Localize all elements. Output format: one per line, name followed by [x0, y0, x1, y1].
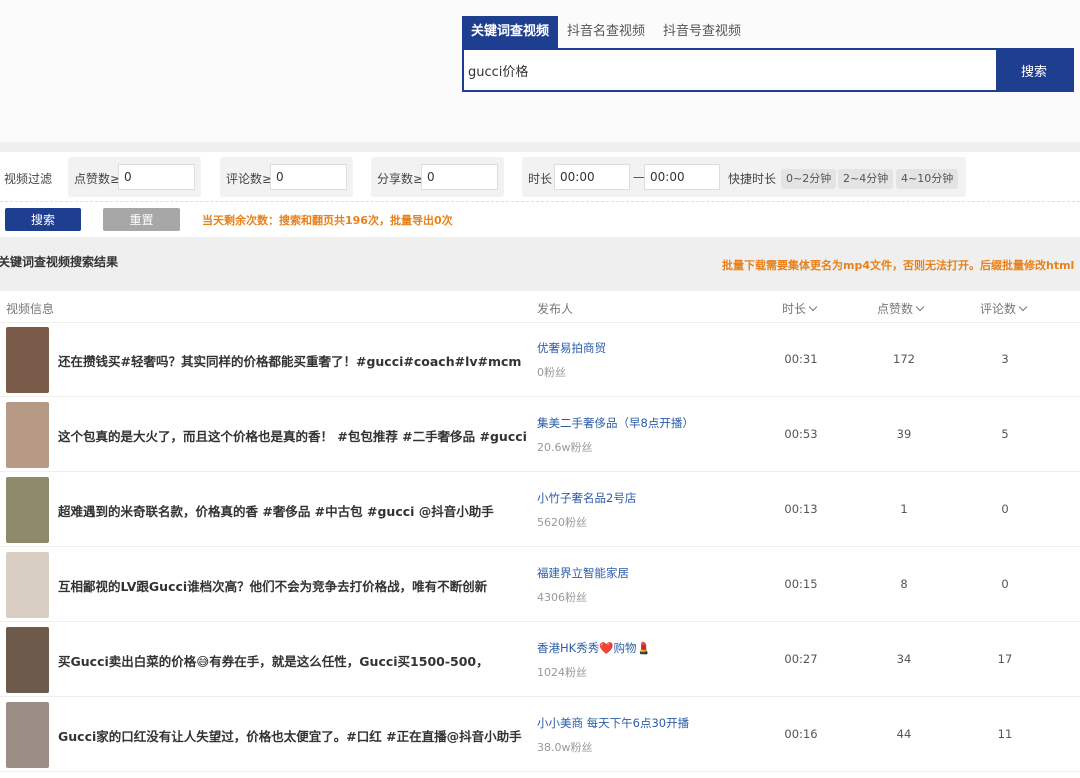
- publisher-name[interactable]: 优奢易拍商贸: [537, 340, 606, 356]
- video-comments: 5: [1001, 427, 1009, 441]
- comments-label: 评论数≥: [226, 172, 273, 186]
- table-row: 互相鄙视的LV跟Gucci谁档次高？他们不会为竞争去打价格战，唯有不断创新 福建…: [0, 548, 1080, 622]
- video-likes: 1: [900, 502, 908, 516]
- search-header: 关键词查视频 抖音名查视频 抖音号查视频 搜索: [0, 0, 1080, 142]
- video-thumbnail[interactable]: [6, 552, 49, 618]
- video-comments: 0: [1001, 502, 1009, 516]
- video-thumbnail[interactable]: [6, 627, 49, 693]
- publisher-name[interactable]: 福建界立智能家居: [537, 565, 629, 581]
- quick-duration-label: 快捷时长: [728, 172, 777, 186]
- video-title[interactable]: 还在攒钱买#轻奢吗？其实同样的价格都能买重奢了！#gucci#coach#lv#…: [58, 351, 528, 370]
- search-tabs: 关键词查视频 抖音名查视频 抖音号查视频: [462, 16, 750, 48]
- col-publisher: 发布人: [537, 302, 574, 316]
- tab-douyin-id[interactable]: 抖音号查视频: [654, 16, 750, 48]
- chevron-down-icon: [1018, 302, 1028, 312]
- col-likes[interactable]: 点赞数: [877, 300, 925, 317]
- video-thumbnail[interactable]: [6, 702, 49, 768]
- publisher-name[interactable]: 香港HK秀秀❤️购物💄: [537, 640, 651, 656]
- video-title[interactable]: Gucci家的口红没有让人失望过，价格也太便宜了。#口红 #正在直播@抖音小助手: [58, 726, 528, 745]
- publisher-fans: 1024粉丝: [537, 666, 587, 679]
- chevron-down-icon: [808, 302, 818, 312]
- table-row: Gucci家的口红没有让人失望过，价格也太便宜了。#口红 #正在直播@抖音小助手…: [0, 698, 1080, 772]
- table-row: 还在攒钱买#轻奢吗？其实同样的价格都能买重奢了！#gucci#coach#lv#…: [0, 323, 1080, 397]
- batch-download-note: 批量下载需要集体更名为mp4文件，否则无法打开。后缀批量修改html: [722, 259, 1075, 272]
- quick-duration-4-10[interactable]: 4~10分钟: [896, 169, 959, 189]
- video-thumbnail[interactable]: [6, 477, 49, 543]
- comments-input[interactable]: 0: [270, 164, 347, 190]
- table-row: 超难遇到的米奇联名款，价格真的香 #奢侈品 #中古包 #gucci @抖音小助手…: [0, 473, 1080, 547]
- publisher-name[interactable]: 小小美商 每天下午6点30开播: [537, 715, 689, 731]
- video-likes: 44: [896, 727, 912, 741]
- video-duration: 00:13: [784, 502, 818, 516]
- tab-keyword[interactable]: 关键词查视频: [462, 16, 559, 48]
- publisher-name[interactable]: 小竹子奢名品2号店: [537, 490, 636, 506]
- search-input[interactable]: [464, 50, 996, 90]
- video-likes: 39: [896, 427, 912, 441]
- video-duration: 00:15: [784, 577, 818, 591]
- filter-label: 视频过滤: [4, 172, 53, 186]
- tab-douyin-name[interactable]: 抖音名查视频: [558, 16, 654, 48]
- comments-filter: 评论数≥ 0: [220, 157, 353, 197]
- video-duration: 00:31: [784, 352, 818, 366]
- results-title: 关键词查视频搜索结果: [0, 255, 119, 269]
- video-duration: 00:27: [784, 652, 818, 666]
- table-row: 这个包真的是大火了，而且这个价格也是真的香！ #包包推荐 #二手奢侈品 #guc…: [0, 398, 1080, 472]
- remaining-quota: 当天剩余次数：搜索和翻页共196次，批量导出0次: [202, 214, 453, 227]
- video-title[interactable]: 买Gucci卖出白菜的价格😅有券在手，就是这么任性，Gucci买1500-500…: [58, 651, 528, 670]
- video-comments: 17: [997, 652, 1013, 666]
- video-comments: 3: [1001, 352, 1009, 366]
- publisher-name[interactable]: 集美二手奢侈品（早8点开播）: [537, 415, 694, 431]
- col-comments[interactable]: 评论数: [980, 300, 1028, 317]
- likes-label: 点赞数≥: [74, 172, 121, 186]
- col-video-info: 视频信息: [6, 302, 55, 316]
- video-thumbnail[interactable]: [6, 327, 49, 393]
- table-row: 买Gucci卖出白菜的价格😅有券在手，就是这么任性，Gucci买1500-500…: [0, 623, 1080, 697]
- table-header: 视频信息 发布人 时长 点赞数 评论数: [0, 292, 1080, 323]
- publisher-fans: 4306粉丝: [537, 591, 587, 604]
- publisher-fans: 5620粉丝: [537, 516, 587, 529]
- shares-label: 分享数≥: [377, 172, 424, 186]
- video-likes: 34: [896, 652, 912, 666]
- reset-button[interactable]: 重置: [103, 208, 180, 231]
- likes-input[interactable]: 0: [118, 164, 195, 190]
- quick-duration-0-2[interactable]: 0~2分钟: [781, 169, 837, 189]
- video-comments: 11: [997, 727, 1013, 741]
- video-title[interactable]: 这个包真的是大火了，而且这个价格也是真的香！ #包包推荐 #二手奢侈品 #guc…: [58, 426, 528, 445]
- quick-duration-2-4[interactable]: 2~4分钟: [838, 169, 894, 189]
- video-comments: 0: [1001, 577, 1009, 591]
- col-duration[interactable]: 时长: [782, 300, 818, 317]
- col-comments-label: 评论数: [980, 302, 1017, 316]
- video-duration: 00:16: [784, 727, 818, 741]
- video-thumbnail[interactable]: [6, 402, 49, 468]
- filter-row: 视频过滤 点赞数≥ 0 评论数≥ 0 分享数≥ 0 时长 00:00 — 00:…: [0, 152, 1080, 202]
- likes-filter: 点赞数≥ 0: [68, 157, 201, 197]
- publisher-fans: 20.6w粉丝: [537, 441, 593, 454]
- filter-search-button[interactable]: 搜索: [5, 208, 81, 231]
- video-title[interactable]: 超难遇到的米奇联名款，价格真的香 #奢侈品 #中古包 #gucci @抖音小助手: [58, 501, 528, 520]
- col-duration-label: 时长: [782, 302, 807, 316]
- duration-to-input[interactable]: 00:00: [644, 164, 720, 190]
- video-duration: 00:53: [784, 427, 818, 441]
- results-header: 关键词查视频搜索结果 批量下载需要集体更名为mp4文件，否则无法打开。后缀批量修…: [0, 237, 1080, 291]
- duration-filter: 时长 00:00 — 00:00 快捷时长 0~2分钟 2~4分钟 4~10分钟: [522, 157, 966, 197]
- video-likes: 172: [893, 352, 915, 366]
- col-likes-label: 点赞数: [877, 302, 914, 316]
- publisher-fans: 38.0w粉丝: [537, 741, 593, 754]
- video-title[interactable]: 互相鄙视的LV跟Gucci谁档次高？他们不会为竞争去打价格战，唯有不断创新: [58, 576, 528, 595]
- video-likes: 8: [900, 577, 908, 591]
- chevron-down-icon: [915, 302, 925, 312]
- publisher-fans: 0粉丝: [537, 366, 566, 379]
- duration-label: 时长: [528, 172, 553, 186]
- duration-from-input[interactable]: 00:00: [554, 164, 630, 190]
- search-button[interactable]: 搜索: [996, 50, 1072, 90]
- shares-input[interactable]: 0: [421, 164, 498, 190]
- shares-filter: 分享数≥ 0: [371, 157, 504, 197]
- divider: [0, 142, 1080, 152]
- search-box: 搜索: [462, 48, 1074, 92]
